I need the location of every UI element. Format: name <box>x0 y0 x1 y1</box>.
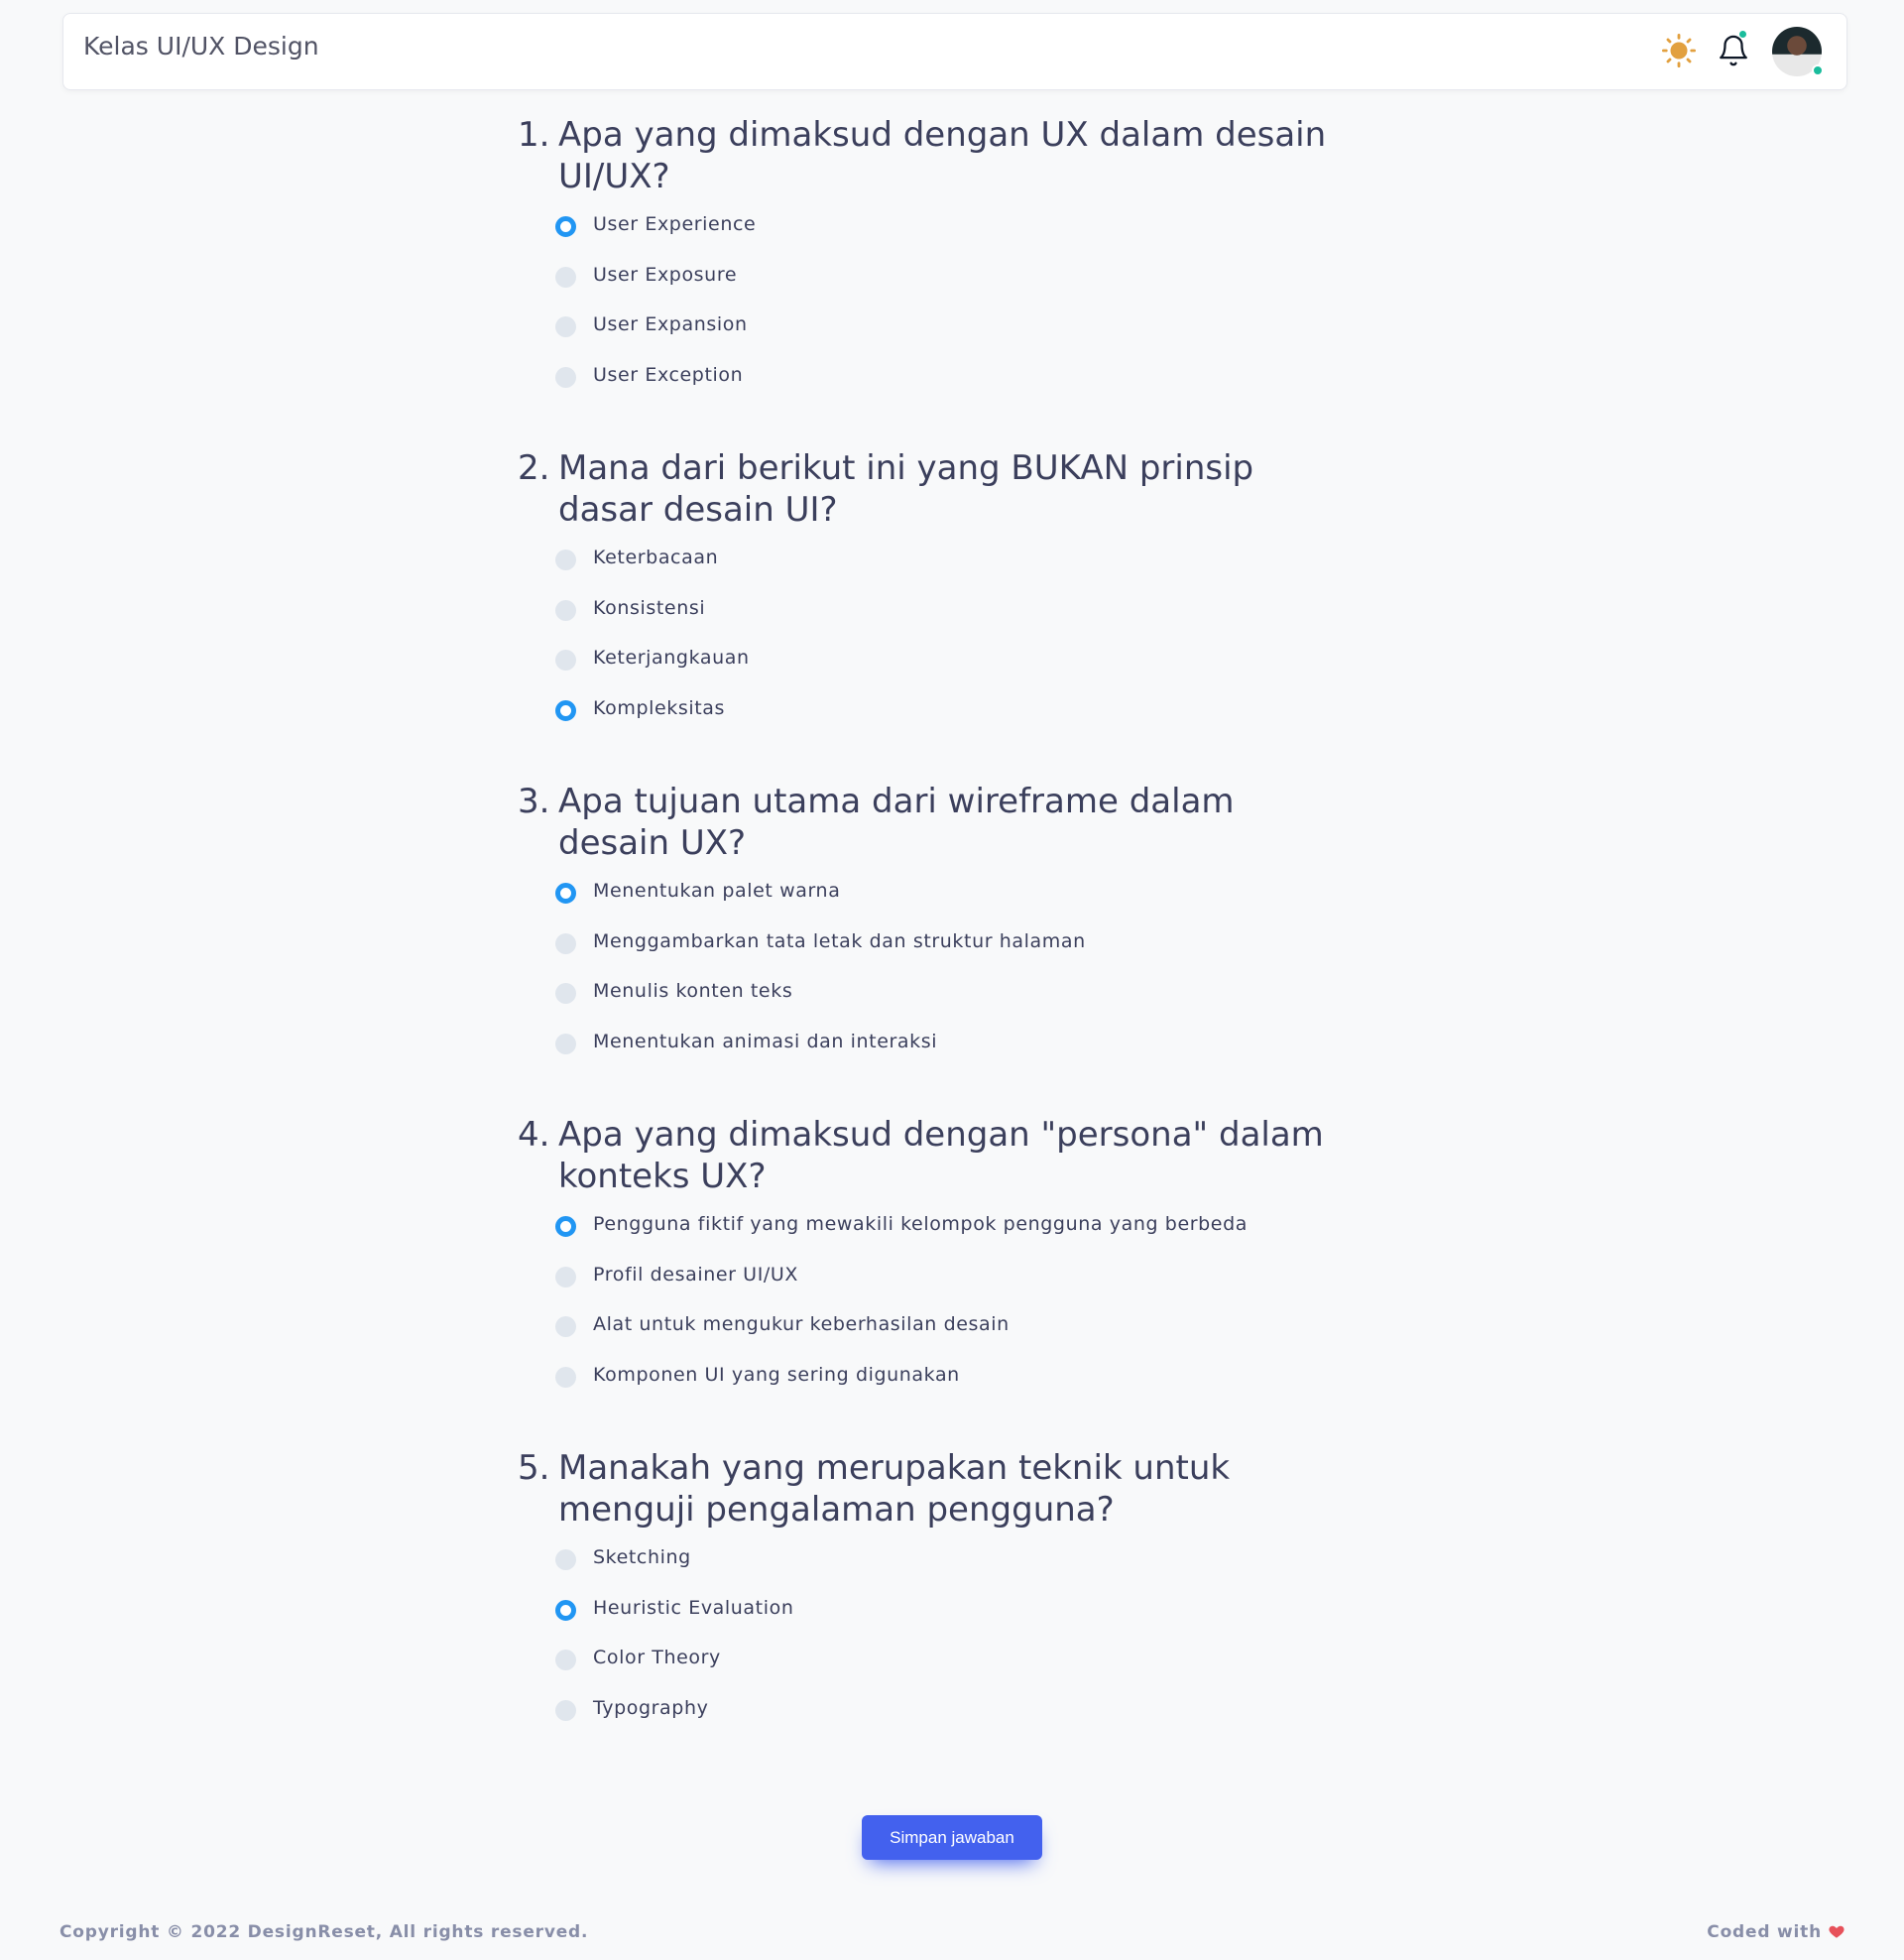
radio-unchecked[interactable] <box>555 983 576 1004</box>
radio-unchecked[interactable] <box>555 1266 576 1287</box>
radio-checked[interactable] <box>555 699 576 721</box>
answer-option-label: Menentukan palet warna <box>593 880 841 902</box>
answer-option-label: Pengguna fiktif yang mewakili kelompok p… <box>593 1213 1248 1235</box>
answer-option-label: Kompleksitas <box>593 696 726 719</box>
question-block: 4. Apa yang dimaksud dengan "persona" dal… <box>518 1114 1351 1447</box>
radio-checked[interactable] <box>555 883 576 904</box>
question-number: 2. <box>518 448 550 488</box>
radio-unchecked[interactable] <box>555 1316 576 1337</box>
question-text: Apa yang dimaksud dengan "persona" dalam… <box>558 1115 1324 1196</box>
answer-option-label: Menentukan animasi dan interaksi <box>593 1030 938 1052</box>
save-answers-button[interactable]: Simpan jawaban <box>862 1815 1042 1860</box>
footer-credit: Coded with <box>1707 1922 1845 1942</box>
radio-unchecked[interactable] <box>555 1366 576 1388</box>
answer-option-label: Sketching <box>593 1546 691 1568</box>
quiz-form: 1. Apa yang dimaksud dengan UX dalam desa… <box>518 114 1351 1780</box>
heart-icon <box>1829 1925 1844 1938</box>
radio-unchecked[interactable] <box>555 650 576 671</box>
answer-option-label: Alat untuk mengukur keberhasilan desain <box>593 1313 1010 1335</box>
answer-option-label: Heuristic Evaluation <box>593 1596 794 1619</box>
answer-option-label: Konsistensi <box>593 596 706 619</box>
page-title: Kelas UI/UX Design <box>83 32 319 61</box>
answer-option-label: Menulis konten teks <box>593 980 793 1002</box>
answer-option-label: User Experience <box>593 213 757 235</box>
answer-option-label: Keterjangkauan <box>593 647 750 669</box>
question-block: 3. Apa tujuan utama dari wireframe dalam … <box>518 781 1351 1114</box>
radio-unchecked[interactable] <box>555 316 576 337</box>
question-block: 2. Mana dari berikut ini yang BUKAN prins… <box>518 447 1351 781</box>
radio-checked[interactable] <box>555 1599 576 1621</box>
question-text: Apa tujuan utama dari wireframe dalam de… <box>558 782 1235 863</box>
question-number: 3. <box>518 782 550 821</box>
radio-unchecked[interactable] <box>555 550 576 570</box>
question-text: Mana dari berikut ini yang BUKAN prinsip… <box>558 448 1254 530</box>
answer-option-label: User Exception <box>593 363 744 386</box>
answer-option-label: User Expansion <box>593 313 748 335</box>
question-text: Manakah yang merupakan teknik untuk meng… <box>558 1448 1231 1530</box>
sun-icon[interactable] <box>1662 34 1696 67</box>
answer-option-label: Komponen UI yang sering digunakan <box>593 1363 960 1386</box>
answer-option-label: Keterbacaan <box>593 547 719 568</box>
radio-checked[interactable] <box>555 216 576 237</box>
coded-with-label: Coded with <box>1707 1922 1822 1942</box>
answer-option-label: Profil desainer UI/UX <box>593 1263 799 1286</box>
answer-option-label: User Exposure <box>593 263 738 286</box>
radio-unchecked[interactable] <box>555 932 576 954</box>
radio-checked[interactable] <box>555 1216 576 1237</box>
radio-unchecked[interactable] <box>555 599 576 621</box>
answer-option-label: Typography <box>593 1696 709 1719</box>
radio-unchecked[interactable] <box>555 366 576 388</box>
question-block: 1. Apa yang dimaksud dengan UX dalam desa… <box>518 114 1351 447</box>
radio-unchecked[interactable] <box>555 1650 576 1670</box>
radio-unchecked[interactable] <box>555 1699 576 1721</box>
top-navbar: Kelas UI/UX Design <box>62 13 1847 90</box>
question-number: 4. <box>518 1115 550 1155</box>
bell-icon[interactable] <box>1717 33 1750 68</box>
radio-unchecked[interactable] <box>555 266 576 288</box>
radio-unchecked[interactable] <box>555 1033 576 1054</box>
footer-copyright: Copyright © 2022 DesignReset, All rights… <box>60 1922 589 1942</box>
question-number: 1. <box>518 115 550 155</box>
answer-option-label: Menggambarkan tata letak dan struktur ha… <box>593 929 1086 952</box>
question-number: 5. <box>518 1448 550 1488</box>
answer-option-label: Color Theory <box>593 1647 721 1668</box>
online-status-dot <box>1812 64 1824 76</box>
radio-unchecked[interactable] <box>555 1549 576 1570</box>
question-block: 5. Manakah yang merupakan teknik untuk me… <box>518 1447 1351 1780</box>
notification-dot <box>1739 31 1746 38</box>
question-text: Apa yang dimaksud dengan UX dalam desain… <box>558 115 1327 196</box>
